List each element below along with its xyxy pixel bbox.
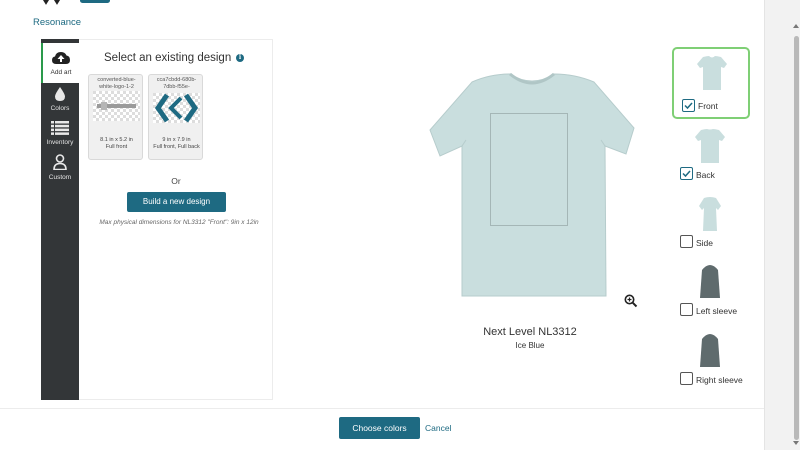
or-separator: Or	[171, 176, 181, 186]
sidebar-item-inventory[interactable]: Inventory	[41, 121, 79, 153]
product-color: Ice Blue	[515, 341, 545, 350]
view-checkbox[interactable]	[680, 167, 693, 180]
design-size: 8.1 in x 5.2 in	[100, 137, 133, 143]
design-thumbnail[interactable]: converted-blue-white-logo-1-2 8.1 in x 5…	[88, 74, 143, 160]
brand-logo-icon[interactable]	[38, 0, 64, 6]
droplet-icon	[55, 87, 65, 101]
product-name: Next Level NL3312	[483, 326, 577, 338]
zoom-in-icon[interactable]	[624, 294, 638, 308]
cloud-upload-icon	[52, 52, 70, 64]
scrollbar[interactable]	[764, 0, 800, 450]
scroll-down-arrow-icon[interactable]	[793, 441, 799, 445]
build-new-design-button[interactable]: Build a new design	[127, 192, 226, 212]
scroll-thumb[interactable]	[794, 36, 799, 440]
view-label: Back	[696, 170, 715, 180]
view-checkbox[interactable]	[680, 372, 693, 385]
view-checkbox[interactable]	[680, 235, 693, 248]
design-panel: Select an existing design i converted-bl…	[79, 39, 273, 400]
left-sleeve-thumbnail	[700, 265, 720, 298]
check-icon	[682, 170, 691, 178]
sidebar-item-colors[interactable]: Colors	[41, 87, 79, 119]
design-name: converted-blue-white-logo-1-2	[97, 77, 136, 90]
check-icon	[684, 102, 693, 110]
view-label: Right sleeve	[696, 375, 743, 385]
view-side[interactable]: Side	[672, 190, 750, 254]
choose-colors-button[interactable]: Choose colors	[339, 417, 420, 439]
sidebar-item-label: Colors	[50, 105, 70, 112]
panel-title: Select an existing design	[104, 52, 232, 64]
sidebar-item-custom[interactable]: Custom	[41, 154, 79, 186]
sidebar-item-label: Custom	[48, 174, 72, 181]
back-view-thumbnail	[695, 129, 725, 163]
cancel-link[interactable]: Cancel	[425, 423, 451, 433]
scroll-up-arrow-icon[interactable]	[793, 24, 799, 28]
breadcrumb[interactable]: Resonance	[33, 17, 81, 28]
person-icon	[53, 154, 67, 171]
view-left-sleeve[interactable]: Left sleeve	[672, 258, 750, 322]
design-thumbnail[interactable]: cca7cbdd-680b-7dbb-f55e- 9 in x 7.9 in F…	[148, 74, 203, 160]
design-preview-image	[153, 93, 200, 123]
view-label: Front	[698, 101, 718, 111]
sidebar-item-label: Inventory	[46, 139, 74, 146]
sidebar-item-add-art[interactable]: Add art	[41, 43, 79, 83]
top-nav-pill[interactable]	[80, 0, 110, 3]
list-icon	[51, 121, 69, 135]
side-view-thumbnail	[699, 197, 721, 231]
sidebar: Add art Colors Inventory Custom	[41, 39, 79, 400]
design-meta: 8.1 in x 5.2 in Full front	[91, 137, 142, 151]
design-placement: Full front	[105, 144, 128, 150]
sidebar-item-label: Add art	[50, 69, 72, 76]
view-checkbox[interactable]	[682, 99, 695, 112]
info-icon[interactable]: i	[236, 54, 244, 62]
footer-divider	[0, 408, 764, 409]
design-meta: 9 in x 7.9 in Full front, Full back	[151, 137, 202, 151]
view-label: Side	[696, 238, 714, 248]
front-view-thumbnail	[697, 56, 727, 90]
view-right-sleeve[interactable]: Right sleeve	[672, 327, 750, 391]
view-front[interactable]: Front	[672, 47, 750, 119]
max-dimensions-note: Max physical dimensions for NL3312 "Fron…	[99, 219, 259, 226]
design-size: 9 in x 7.9 in	[162, 137, 191, 143]
right-sleeve-thumbnail	[700, 334, 720, 367]
design-placement: Full front, Full back	[153, 144, 200, 150]
design-preview-image	[93, 91, 140, 121]
top-bar	[0, 0, 764, 6]
view-label: Left sleeve	[696, 306, 738, 316]
view-checkbox[interactable]	[680, 303, 693, 316]
print-area[interactable]	[490, 113, 568, 226]
view-back[interactable]: Back	[672, 122, 750, 186]
